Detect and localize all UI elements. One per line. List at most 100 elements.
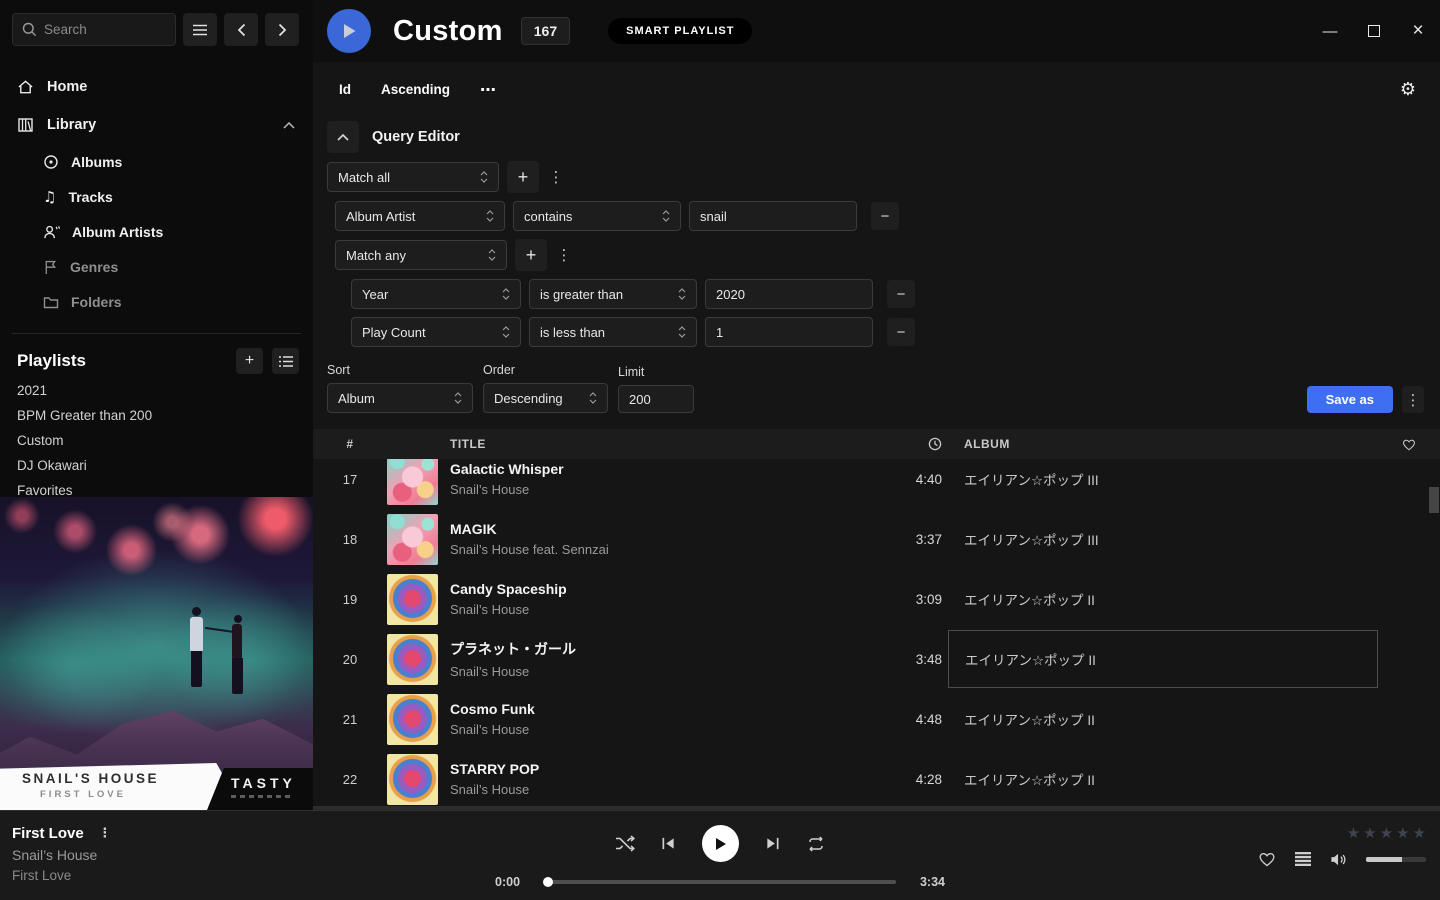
now-playing-artist[interactable]: Snail’s House (12, 847, 495, 863)
rule-value-input[interactable] (689, 201, 857, 231)
playlist-item[interactable]: 2021 (0, 378, 313, 403)
maximize-button[interactable] (1352, 6, 1396, 56)
track-album-cell[interactable]: エイリアン☆ポップ III (948, 510, 1378, 568)
track-album-cell[interactable]: エイリアン☆ポップ III (948, 459, 1378, 508)
minimize-button[interactable]: — (1308, 6, 1352, 56)
playlist-header: Custom 167 SMART PLAYLIST — × (313, 0, 1440, 62)
table-row[interactable]: 21 Cosmo Funk Snail’s House 4:48 エイリアン☆ポ… (313, 689, 1440, 749)
play-button[interactable] (702, 825, 739, 862)
add-rule-button[interactable]: + (515, 239, 547, 271)
group-kebab-icon[interactable]: ⋮ (547, 168, 565, 186)
table-row[interactable]: 19 Candy Spaceship Snail’s House 3:09 エイ… (313, 569, 1440, 629)
rule-operator-select[interactable]: contains (513, 201, 681, 231)
favorite-button[interactable] (1258, 851, 1276, 867)
sidebar-item-album-artists[interactable]: Album Artists (0, 214, 313, 249)
column-title[interactable]: TITLE (438, 437, 868, 451)
sidebar-item-library[interactable]: Library (0, 106, 313, 144)
sidebar-item-albums[interactable]: Albums (0, 144, 313, 179)
rule-value-input[interactable] (705, 317, 873, 347)
table-row[interactable]: 22 STARRY POP Snail’s House 4:28 エイリアン☆ポ… (313, 749, 1440, 809)
playlist-list-button[interactable] (272, 348, 299, 374)
more-options-button[interactable]: ⋯ (480, 80, 496, 99)
rating-stars[interactable]: ★★★★★ (1347, 824, 1426, 842)
next-track-button[interactable] (765, 836, 780, 851)
rule-value-input[interactable] (705, 279, 873, 309)
query-order-select[interactable]: Descending (483, 383, 608, 413)
select-value: Match any (346, 248, 406, 263)
sort-field-button[interactable]: Id (339, 82, 351, 97)
volume-icon[interactable] (1330, 852, 1347, 867)
search-box[interactable] (12, 13, 176, 46)
seek-handle[interactable] (543, 877, 553, 887)
add-playlist-button[interactable]: + (236, 348, 263, 374)
rule-operator-select[interactable]: is less than (529, 317, 697, 347)
query-sort-select[interactable]: Album (327, 383, 473, 413)
rule-field-select[interactable]: Year (351, 279, 521, 309)
rule-operator-select[interactable]: is greater than (529, 279, 697, 309)
sidebar-item-genres[interactable]: Genres (0, 249, 313, 284)
sidebar-item-tracks[interactable]: ♫ Tracks (0, 179, 313, 214)
track-title: Galactic Whisper (438, 461, 868, 477)
group-kebab-icon[interactable]: ⋮ (555, 246, 573, 264)
now-playing-kebab-icon[interactable]: ⋮ (96, 826, 114, 841)
vertical-scrollbar-thumb[interactable] (1429, 487, 1439, 513)
add-rule-button[interactable]: + (507, 161, 539, 193)
column-album[interactable]: ALBUM (948, 437, 1378, 451)
sidebar-item-home[interactable]: Home (0, 68, 313, 106)
previous-track-button[interactable] (661, 836, 676, 851)
table-row[interactable]: 17 Galactic Whisper Snail’s House 4:40 エ… (313, 459, 1440, 509)
select-value: Year (362, 287, 388, 302)
horizontal-scrollbar[interactable] (313, 806, 1440, 810)
shuffle-button[interactable] (615, 835, 635, 852)
table-row[interactable]: 20 プラネット・ガール Snail’s House 3:48 エイリアン☆ポッ… (313, 629, 1440, 689)
close-button[interactable]: × (1396, 6, 1440, 56)
menu-button[interactable] (183, 13, 217, 46)
playlist-item[interactable]: BPM Greater than 200 (0, 403, 313, 428)
save-as-button[interactable]: Save as (1307, 386, 1393, 413)
back-button[interactable] (224, 13, 258, 46)
track-album-cell[interactable]: エイリアン☆ポップ II (948, 630, 1378, 688)
save-kebab-icon[interactable]: ⋮ (1402, 386, 1424, 413)
track-thumbnail (387, 514, 438, 565)
sidebar-item-folders[interactable]: Folders (0, 284, 313, 319)
cover-figure-hands (205, 627, 235, 633)
star-icon[interactable]: ★ (1380, 824, 1393, 842)
column-number[interactable]: # (313, 437, 387, 451)
rule-field-select[interactable]: Play Count (351, 317, 521, 347)
queue-button[interactable] (1295, 852, 1311, 866)
forward-button[interactable] (265, 13, 299, 46)
collapse-query-button[interactable] (327, 121, 359, 153)
duration-column-header[interactable] (868, 437, 948, 451)
star-icon[interactable]: ★ (1413, 824, 1426, 842)
match-type-select[interactable]: Match any (335, 240, 507, 270)
playlist-item[interactable]: Custom (0, 428, 313, 453)
remove-rule-button[interactable]: − (887, 280, 915, 308)
table-row[interactable]: 18 MAGIK Snail’s House feat. Sennzai 3:3… (313, 509, 1440, 569)
search-input[interactable] (44, 22, 166, 37)
star-icon[interactable]: ★ (1396, 824, 1409, 842)
query-limit-input[interactable] (618, 385, 694, 413)
gear-icon[interactable]: ⚙ (1400, 79, 1416, 100)
chevron-up-icon[interactable] (283, 122, 295, 129)
track-album-cell[interactable]: エイリアン☆ポップ II (948, 690, 1378, 748)
now-playing-cover-art: SNAIL'S HOUSE FIRST LOVE TASTY (0, 497, 313, 810)
rule-field-select[interactable]: Album Artist (335, 201, 505, 231)
track-album-cell[interactable]: エイリアン☆ポップ II (948, 570, 1378, 628)
sort-direction-button[interactable]: Ascending (381, 82, 450, 97)
track-album-cell[interactable]: エイリアン☆ポップ II (948, 750, 1378, 808)
remove-rule-button[interactable]: − (887, 318, 915, 346)
volume-slider[interactable] (1366, 857, 1426, 862)
remove-rule-button[interactable]: − (871, 202, 899, 230)
favorite-column-header[interactable] (1378, 438, 1440, 451)
match-type-select[interactable]: Match all (327, 162, 499, 192)
track-number: 21 (313, 712, 387, 727)
now-playing-album[interactable]: First Love (12, 868, 495, 883)
playlist-item[interactable]: DJ Okawari (0, 453, 313, 478)
star-icon[interactable]: ★ (1347, 824, 1360, 842)
track-title: Candy Spaceship (438, 581, 868, 597)
repeat-button[interactable] (806, 836, 826, 852)
cover-label-subtext (231, 795, 293, 798)
play-playlist-button[interactable] (327, 9, 371, 53)
seek-bar[interactable] (544, 880, 896, 884)
star-icon[interactable]: ★ (1363, 824, 1376, 842)
